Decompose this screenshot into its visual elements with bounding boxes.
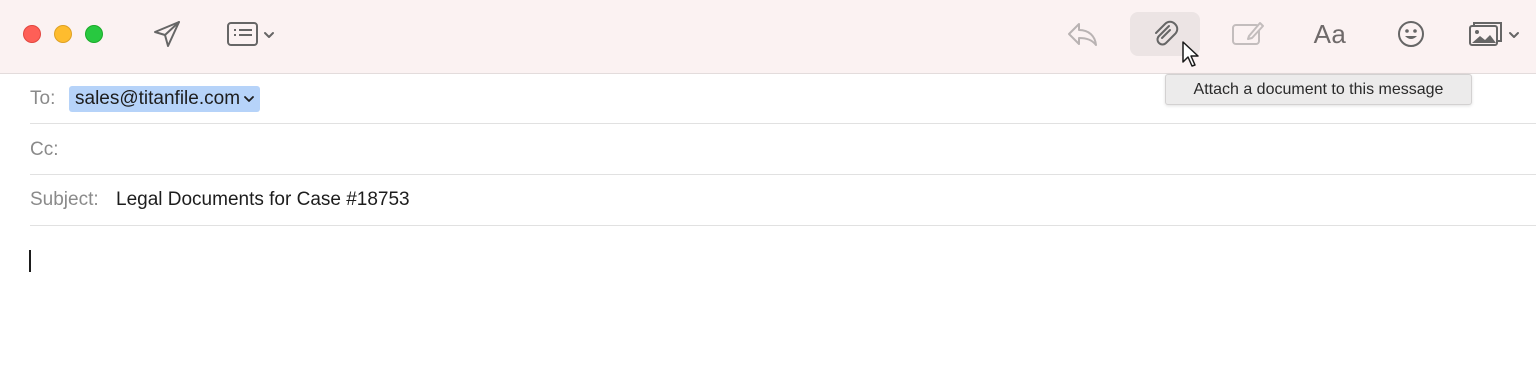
- cc-field-row[interactable]: Cc:: [30, 125, 1536, 175]
- photo-browser-button[interactable]: [1466, 17, 1524, 51]
- close-window-button[interactable]: [23, 25, 41, 43]
- paper-plane-icon: [154, 21, 180, 47]
- toolbar: Aa: [0, 0, 1536, 74]
- reply-button[interactable]: [1063, 17, 1101, 51]
- photo-browser-icon: [1469, 22, 1519, 46]
- mouse-pointer-icon: [1182, 41, 1199, 67]
- markup-button[interactable]: [1228, 17, 1266, 51]
- header-fields-button[interactable]: [224, 17, 280, 51]
- chevron-down-icon: [264, 32, 274, 38]
- header-fields-icon: [227, 22, 274, 46]
- text-cursor: [29, 250, 31, 272]
- markup-icon: [1232, 22, 1264, 45]
- cc-label: Cc:: [30, 139, 59, 160]
- subject-field-row[interactable]: Subject: Legal Documents for Case #18753: [30, 176, 1536, 226]
- attach-tooltip: Attach a document to this message: [1165, 74, 1472, 105]
- to-label: To:: [30, 88, 56, 109]
- emoji-button[interactable]: [1393, 17, 1429, 51]
- font-button[interactable]: Aa: [1308, 17, 1352, 51]
- minimize-window-button[interactable]: [54, 25, 72, 43]
- font-icon: Aa: [1313, 18, 1347, 49]
- smiley-icon: [1398, 21, 1424, 47]
- chevron-down-icon: [244, 96, 254, 102]
- subject-input[interactable]: Legal Documents for Case #18753: [116, 189, 410, 211]
- reply-arrow-icon: [1068, 23, 1097, 46]
- recipient-token[interactable]: sales@titanfile.com: [69, 86, 261, 112]
- chevron-down-icon: [1509, 32, 1519, 38]
- send-button[interactable]: [150, 17, 184, 51]
- paperclip-icon: [1155, 20, 1179, 46]
- recipient-address: sales@titanfile.com: [75, 88, 241, 109]
- zoom-window-button[interactable]: [85, 25, 103, 43]
- subject-label: Subject:: [30, 189, 99, 210]
